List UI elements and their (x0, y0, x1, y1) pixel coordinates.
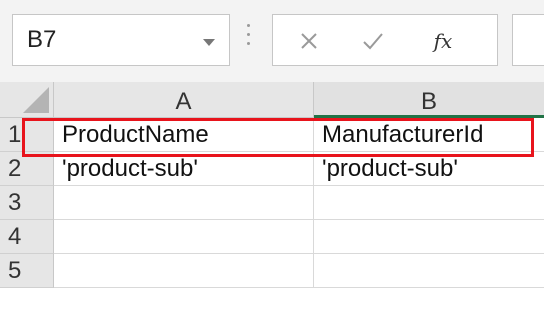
formula-buttons: fx (272, 14, 498, 66)
cell-a4[interactable] (54, 220, 314, 254)
name-box-value: B7 (27, 26, 57, 53)
row-header-1[interactable]: 1 (0, 118, 54, 152)
chevron-down-icon[interactable] (203, 39, 215, 46)
formula-input[interactable] (512, 14, 544, 66)
row-header-3[interactable]: 3 (0, 186, 54, 220)
select-all-icon (23, 87, 49, 113)
row-header-5[interactable]: 5 (0, 254, 54, 288)
cell-b3[interactable] (314, 186, 544, 220)
select-all-button[interactable] (0, 82, 54, 118)
row-header-4[interactable]: 4 (0, 220, 54, 254)
checkmark-icon[interactable] (355, 24, 391, 58)
cell-a5[interactable] (54, 254, 314, 288)
formula-bar-separator[interactable] (247, 24, 251, 54)
cell-a2[interactable]: 'product-sub' (54, 152, 314, 186)
cell-b1[interactable]: ManufacturerId (314, 118, 544, 152)
name-box[interactable]: B7 (12, 14, 230, 66)
cell-b2[interactable]: 'product-sub' (314, 152, 544, 186)
row-header-2[interactable]: 2 (0, 152, 54, 186)
column-header-b[interactable]: B (314, 82, 544, 118)
close-icon[interactable] (291, 24, 327, 58)
cell-a1[interactable]: ProductName (54, 118, 314, 152)
cell-b5[interactable] (314, 254, 544, 288)
spreadsheet-grid: A B 1 ProductName ManufacturerId 2 'prod… (0, 82, 544, 322)
formula-bar: B7 fx (0, 0, 544, 82)
fx-icon[interactable]: fx (425, 24, 461, 58)
cell-b4[interactable] (314, 220, 544, 254)
fx-label: fx (433, 29, 453, 53)
cell-a3[interactable] (54, 186, 314, 220)
column-header-a[interactable]: A (54, 82, 314, 118)
